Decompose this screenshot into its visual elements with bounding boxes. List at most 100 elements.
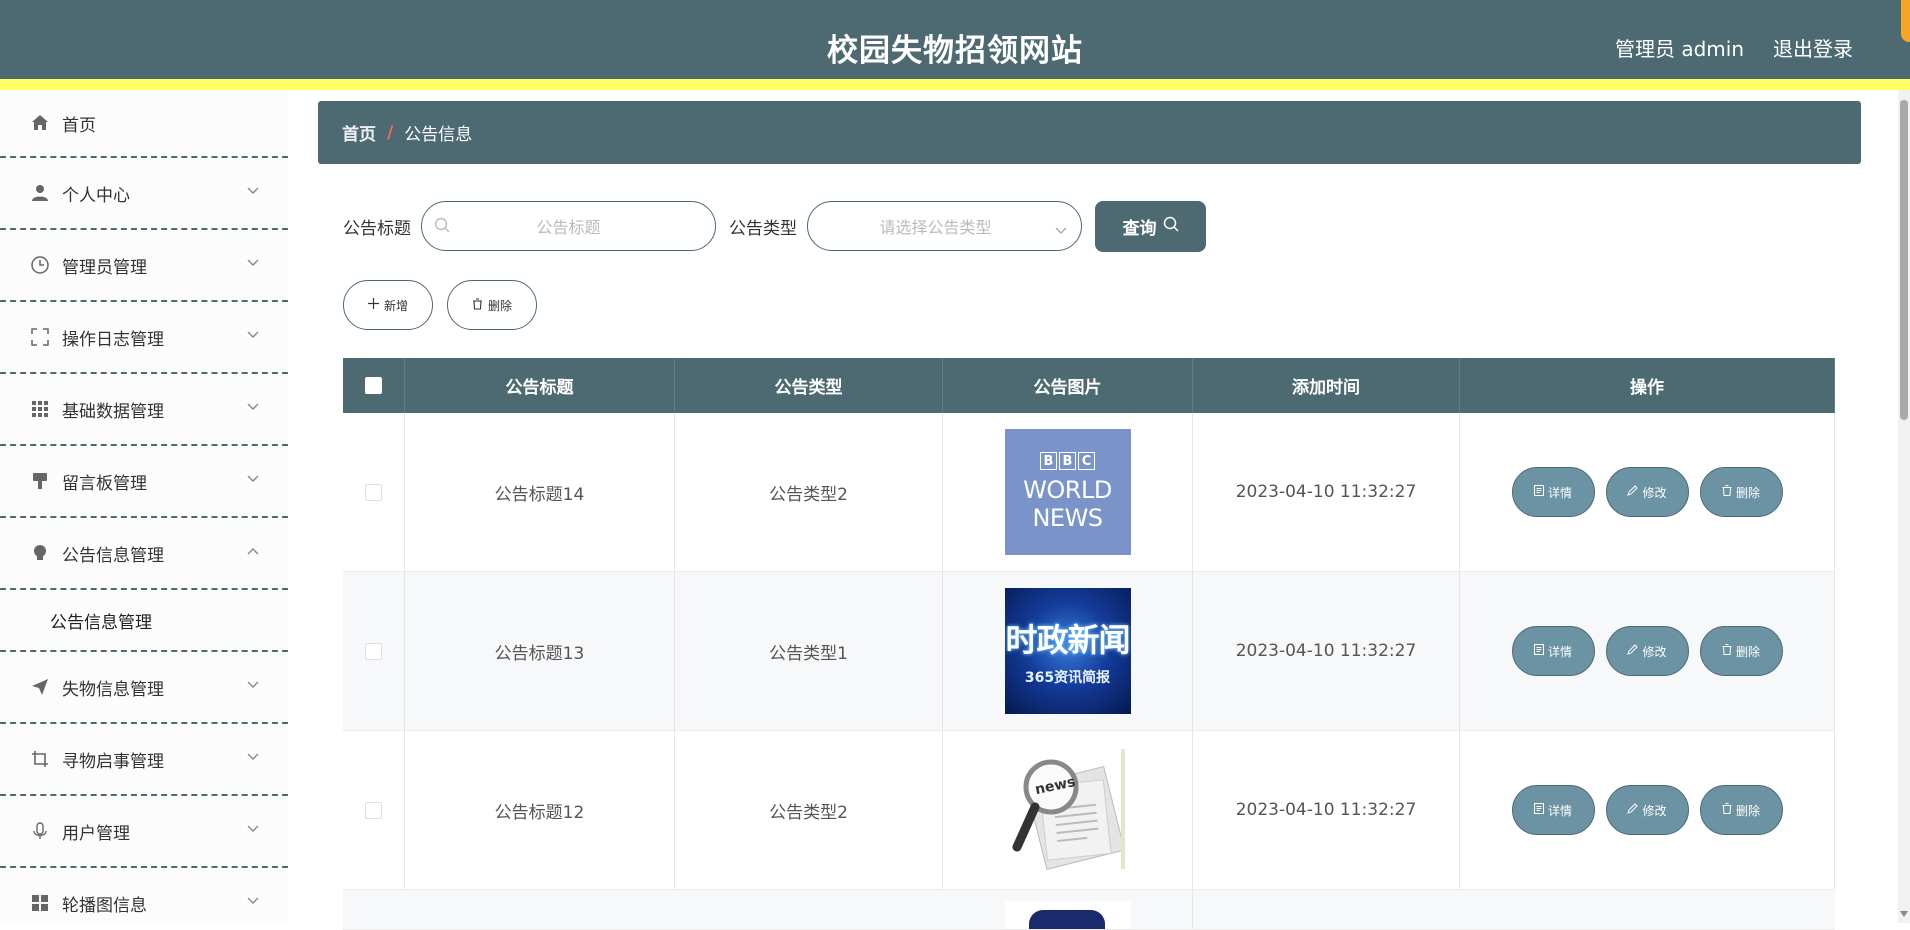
table-row: 公告标题12 公告类型2 news 2023-04-10 11:32:27 详情…: [343, 731, 1835, 890]
fullscreen-icon: [30, 327, 50, 347]
detail-label: 详情: [1547, 644, 1572, 659]
sidebar-item-label: 用户管理: [62, 823, 130, 844]
delete-button[interactable]: 删除: [1699, 626, 1783, 676]
detail-button[interactable]: 详情: [1511, 785, 1595, 835]
edit-icon: [1627, 485, 1639, 499]
cell-title: 公告标题12: [405, 731, 675, 889]
edit-button[interactable]: 修改: [1605, 467, 1689, 517]
submenu-notice-manage[interactable]: 公告信息管理: [0, 590, 288, 652]
sidebar-item-home[interactable]: 首页: [0, 90, 288, 158]
user-icon: [30, 183, 50, 203]
cell-image: 时政新闻 365资讯简报: [943, 572, 1193, 730]
chevron-down-icon: [246, 328, 260, 342]
row-checkbox-cell: [343, 413, 405, 571]
column-header: 添加时间: [1193, 358, 1460, 413]
cell-time: 2023-04-10 11:32:27: [1193, 413, 1460, 571]
bbc-letter: B: [1040, 452, 1057, 470]
row-checkbox-cell: [343, 572, 405, 730]
sidebar-item-personal[interactable]: 个人中心: [0, 158, 288, 230]
row-checkbox[interactable]: [365, 642, 382, 660]
cell-operations: 详情 修改 删除: [1460, 413, 1835, 571]
type-select[interactable]: 请选择公告类型: [807, 201, 1082, 251]
breadcrumb-home[interactable]: 首页: [342, 120, 376, 145]
sidebar-item-label: 操作日志管理: [62, 329, 164, 350]
shizheng-news-image: 时政新闻 365资讯简报: [1004, 588, 1131, 714]
batch-delete-label: 删除: [488, 298, 513, 313]
trash-icon: [1722, 803, 1732, 817]
query-button[interactable]: 查询: [1095, 200, 1206, 252]
submenu-label: 公告信息管理: [50, 612, 152, 633]
home-icon: [30, 113, 50, 133]
sidebar-item-label: 公告信息管理: [62, 545, 164, 566]
trash-icon: [472, 297, 483, 313]
sidebar-item-notice[interactable]: 公告信息管理: [0, 518, 288, 590]
batch-delete-button[interactable]: 删除: [447, 280, 538, 330]
sidebar-item-findnotice[interactable]: 寻物启事管理: [0, 724, 288, 796]
sidebar-item-lostinfo[interactable]: 失物信息管理: [0, 652, 288, 724]
breadcrumb-separator: /: [387, 122, 394, 143]
edit-button[interactable]: 修改: [1605, 785, 1689, 835]
select-all-checkbox[interactable]: [365, 377, 382, 394]
menu-icon: [30, 893, 50, 913]
delete-button[interactable]: 删除: [1699, 785, 1783, 835]
logout-link[interactable]: 退出登录: [1773, 33, 1853, 62]
cell-time: 2023-04-10 11:32:27: [1193, 572, 1460, 730]
sidebar-item-basedata[interactable]: 基础数据管理: [0, 374, 288, 446]
chevron-down-icon: [1055, 220, 1067, 239]
edit-label: 修改: [1642, 485, 1667, 500]
column-header: 公告标题: [405, 358, 675, 413]
page-scrollbar[interactable]: [1898, 90, 1910, 923]
sidebar-item-users[interactable]: 用户管理: [0, 796, 288, 868]
sidebar-item-label: 轮播图信息: [62, 895, 147, 916]
title-search-placeholder: 公告标题: [536, 218, 601, 237]
delete-button[interactable]: 删除: [1699, 467, 1783, 517]
table-row: 公告标题13 公告类型1 时政新闻 365资讯简报 2023-04-10 11:…: [343, 572, 1835, 731]
detail-button[interactable]: 详情: [1511, 467, 1595, 517]
header-select-all-cell: [343, 358, 405, 413]
bbc-line-world: WORLD: [1023, 476, 1112, 504]
sidebar-item-label: 留言板管理: [62, 473, 147, 494]
sidebar-item-label: 寻物启事管理: [62, 751, 164, 772]
scrollbar-thumb[interactable]: [1900, 100, 1908, 420]
breadcrumb: 首页 / 公告信息: [318, 101, 1861, 164]
sidebar-item-admin[interactable]: 管理员管理: [0, 230, 288, 302]
edit-button[interactable]: 修改: [1605, 626, 1689, 676]
column-header: 公告类型: [675, 358, 943, 413]
sidebar-item-label: 失物信息管理: [62, 679, 164, 700]
bbc-letter: C: [1078, 452, 1095, 470]
sidebar-item-carousel[interactable]: 轮播图信息: [0, 868, 288, 923]
cell-type: 公告类型1: [675, 572, 943, 730]
chevron-down-icon: [246, 472, 260, 486]
delete-label: 删除: [1735, 644, 1760, 659]
cell-title: 公告标题14: [405, 413, 675, 571]
notice-table: 公告标题 公告类型 公告图片 添加时间 操作 公告标题14 公告类型2 B B …: [343, 358, 1835, 930]
title-filter-label: 公告标题: [343, 218, 411, 239]
row-checkbox[interactable]: [365, 801, 382, 819]
delete-label: 删除: [1735, 803, 1760, 818]
crop-icon: [30, 749, 50, 769]
title-search-input[interactable]: 公告标题: [421, 201, 716, 251]
bbc-world-news-image: B B C WORLD NEWS: [1004, 429, 1131, 555]
row-checkbox[interactable]: [365, 483, 382, 501]
top-header: 校园失物招领网站 管理员 admin 退出登录: [0, 0, 1910, 90]
column-header: 公告图片: [943, 358, 1193, 413]
chevron-down-icon: [246, 400, 260, 414]
detail-label: 详情: [1547, 485, 1572, 500]
sidebar-item-messageboard[interactable]: 留言板管理: [0, 446, 288, 518]
add-button[interactable]: 新增: [343, 280, 434, 330]
admin-user-label: 管理员 admin: [1614, 37, 1744, 61]
delete-label: 删除: [1735, 485, 1760, 500]
bbc-logo: B B C: [1040, 452, 1095, 470]
brush-icon: [30, 471, 50, 491]
detail-button[interactable]: 详情: [1511, 626, 1595, 676]
cell-image: B B C WORLD NEWS: [943, 413, 1193, 571]
document-icon: [1533, 485, 1544, 499]
sidebar-item-oplog[interactable]: 操作日志管理: [0, 302, 288, 374]
cell-operations: 详情 修改 删除: [1460, 572, 1835, 730]
scroll-down-arrow-icon[interactable]: [1900, 911, 1908, 917]
breadcrumb-current: 公告信息: [404, 125, 473, 145]
document-icon: [1533, 644, 1544, 658]
table-row: 公告标题14 公告类型2 B B C WORLD NEWS 2023-04-10…: [343, 413, 1835, 572]
bulb-icon: [30, 543, 50, 563]
edit-label: 修改: [1642, 644, 1667, 659]
